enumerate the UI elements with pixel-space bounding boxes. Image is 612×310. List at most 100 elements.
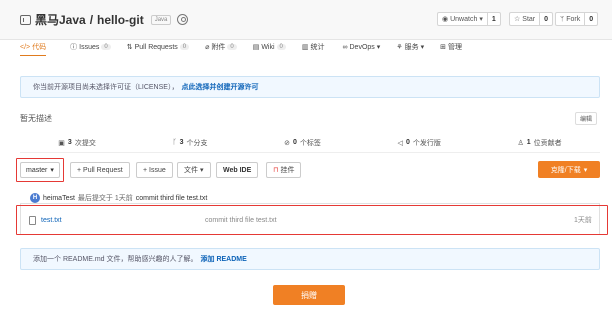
unwatch-label: Unwatch (450, 15, 478, 23)
star-count[interactable]: 0 (539, 13, 552, 25)
watch-button-group[interactable]: ◉ Unwatch ▾ 1 (437, 12, 501, 26)
create-license-link[interactable]: 点此选择并创建开源许可 (181, 82, 258, 92)
contributors-count: 1 (526, 139, 531, 146)
fork-count[interactable]: 0 (584, 13, 597, 25)
releases-count: 0 (405, 139, 410, 146)
repo-stats: ▣ 3 次提交 ᚴ 3 个分支 ⊘ 0 个标签 ◁ 0 个发行版 ♙ 1 位贡献… (20, 133, 600, 153)
contributors-stat[interactable]: ♙ 1 位贡献者 (517, 138, 561, 148)
star-button-group[interactable]: ☆ Star 0 (509, 12, 554, 26)
devops-icon: ∞ (342, 43, 348, 51)
commits-label: 次提交 (74, 139, 96, 147)
widget-button[interactable]: ⊓ 挂件 (266, 162, 302, 178)
last-commit-info: H heimaTest 最后提交于 1天前 commit third file … (30, 193, 207, 203)
tags-count: 0 (293, 139, 297, 146)
attachment-icon: ⌀ (205, 44, 210, 51)
branches-count: 3 (179, 139, 184, 146)
tab-wiki-count: 0 (276, 44, 286, 50)
chevron-down-icon: ▾ (376, 44, 381, 51)
file-menu-button[interactable]: 文件 ▾ (177, 162, 211, 178)
branches-label: 个分支 (186, 139, 208, 147)
tab-service[interactable]: ⚘ 服务 ▾ (396, 40, 424, 54)
web-ide-button[interactable]: Web IDE (216, 162, 259, 178)
bookmark-icon: ⊓ (273, 167, 279, 174)
tab-code[interactable]: </> 代码 (20, 40, 47, 56)
commit-message[interactable]: commit third file test.txt (136, 195, 208, 202)
star-button[interactable]: ☆ Star (510, 13, 539, 25)
fork-button[interactable]: ᛘ Fork (556, 13, 584, 25)
add-readme-link[interactable]: 添加 README (201, 254, 247, 264)
edit-description-button[interactable]: 编辑 (575, 112, 598, 125)
readme-notice: 添加一个 README.md 文件，帮助感兴趣的人了解。 添加 README (20, 248, 600, 270)
wiki-icon: ▤ (252, 44, 260, 51)
fork-icon: ᛘ (560, 15, 565, 23)
releases-label: 个发行版 (412, 139, 441, 147)
tab-pull-requests-label: Pull Requests (134, 43, 178, 51)
contributors-label: 位贡献者 (533, 139, 562, 147)
tab-code-label: 代码 (32, 44, 47, 51)
clone-download-button[interactable]: 克隆/下载 ▾ (538, 161, 600, 178)
repo-owner-link[interactable]: 黑马Java (35, 11, 86, 28)
tab-service-label: 服务 (404, 44, 419, 51)
releases-stat[interactable]: ◁ 0 个发行版 (398, 138, 441, 148)
tab-wiki-label: Wiki (261, 43, 275, 51)
repo-title: 黑马Java / hello-git Java (20, 11, 189, 28)
commits-stat[interactable]: ▣ 3 次提交 (58, 138, 96, 148)
issue-icon: ⓘ (70, 44, 78, 51)
new-pull-request-button[interactable]: + Pull Request (70, 162, 130, 178)
readme-text: 添加一个 README.md 文件，帮助感兴趣的人了解。 (33, 256, 198, 263)
license-notice: 你当前开源项目尚未选择许可证（LICENSE）， 点此选择并创建开源许可 (20, 76, 600, 98)
repo-name-link[interactable]: hello-git (97, 13, 144, 27)
branch-icon: ᚴ (172, 139, 177, 146)
chevron-down-icon: ▾ (479, 16, 483, 23)
repo-separator: / (89, 12, 94, 27)
tab-pull-requests[interactable]: ⇅ Pull Requests 0 (126, 40, 190, 54)
service-icon: ⚘ (396, 44, 403, 51)
code-icon: </> (20, 43, 31, 51)
tab-stats[interactable]: ▥ 统计 (302, 40, 325, 54)
repo-icon (20, 14, 31, 25)
unwatch-button[interactable]: ◉ Unwatch ▾ (438, 13, 487, 25)
branches-stat[interactable]: ᚴ 3 个分支 (172, 138, 207, 148)
star-icon: ☆ (514, 16, 521, 23)
commit-author[interactable]: heimaTest (43, 195, 75, 202)
release-icon: ◁ (397, 139, 403, 147)
new-issue-button[interactable]: + Issue (136, 162, 173, 178)
chevron-down-icon: ▾ (420, 44, 425, 51)
donate-button[interactable]: 捐赠 (273, 285, 345, 305)
repo-header: 黑马Java / hello-git Java ◉ Unwatch ▾ 1 ☆ … (0, 0, 612, 56)
commits-count: 3 (67, 139, 72, 146)
fork-label: Fork (566, 15, 581, 23)
watch-count[interactable]: 1 (486, 13, 500, 25)
contributors-icon: ♙ (517, 139, 524, 147)
tab-devops[interactable]: ∞ DevOps ▾ (343, 40, 381, 54)
commit-icon: ▣ (58, 139, 65, 147)
recommend-icon (177, 14, 189, 25)
clone-label: 克隆/下载 (550, 166, 581, 174)
tab-pull-requests-count: 0 (179, 44, 190, 50)
language-badge: Java (150, 14, 172, 25)
file-menu-label: 文件 (184, 167, 198, 174)
commit-time: 最后提交于 1天前 (77, 195, 133, 202)
tab-attachments-label: 附件 (211, 44, 226, 51)
tags-label: 个标签 (299, 139, 321, 147)
settings-icon: ⊞ (440, 44, 446, 51)
tab-attachments-count: 0 (227, 44, 237, 50)
tab-attachments[interactable]: ⌀ 附件 0 (205, 40, 237, 54)
tab-issues[interactable]: ⓘ Issues 0 (70, 40, 111, 54)
repo-description: 暂无描述 (20, 114, 52, 123)
avatar[interactable]: H (30, 193, 40, 203)
tags-stat[interactable]: ⊘ 0 个标签 (284, 138, 321, 148)
chevron-down-icon: ▾ (583, 166, 588, 174)
repo-tabs: </> 代码 ⓘ Issues 0 ⇅ Pull Requests 0 ⌀ 附件… (20, 40, 462, 56)
tab-settings[interactable]: ⊞ 管理 (440, 40, 462, 54)
tab-devops-label: DevOps (349, 43, 375, 51)
star-label: Star (522, 15, 536, 23)
tab-issues-count: 0 (101, 44, 111, 50)
tab-settings-label: 管理 (447, 44, 462, 51)
fork-button-group[interactable]: ᛘ Fork 0 (555, 12, 599, 26)
tab-wiki[interactable]: ▤ Wiki 0 (253, 40, 286, 54)
pull-request-icon: ⇅ (126, 44, 133, 51)
license-text: 你当前开源项目尚未选择许可证（LICENSE）， (33, 84, 179, 91)
tag-icon: ⊘ (284, 139, 291, 147)
tab-issues-label: Issues (79, 43, 100, 51)
